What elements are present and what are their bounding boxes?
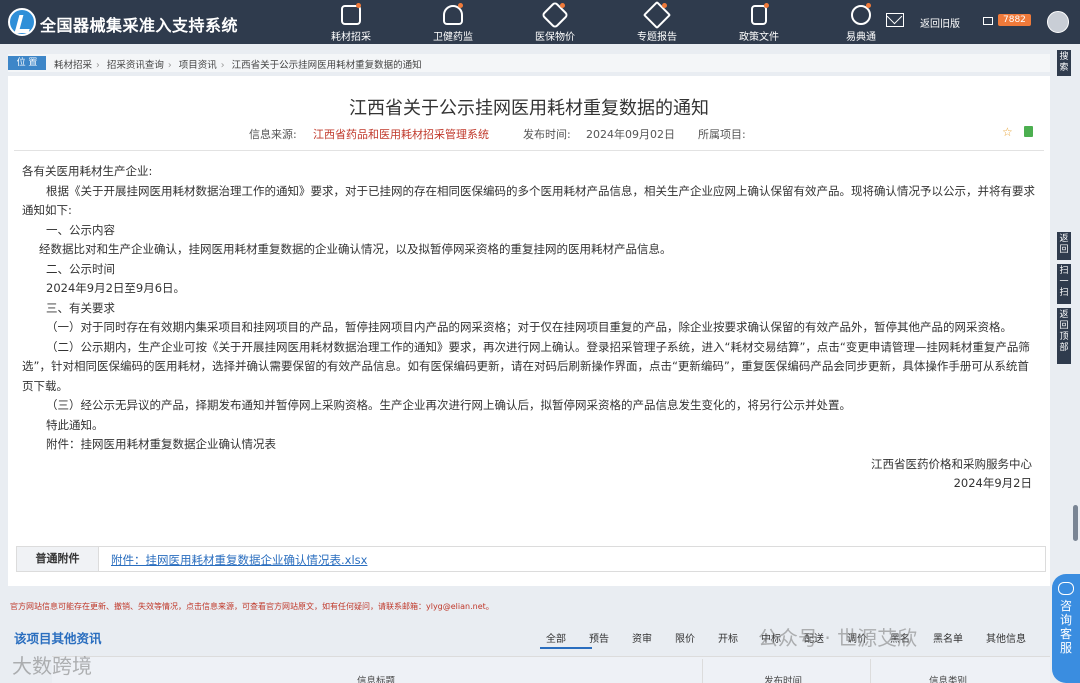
paragraph: 根据《关于开展挂网医用耗材数据治理工作的通知》要求，对于已挂网的存在相同医保编码… <box>22 183 1035 218</box>
breadcrumb-separator: › <box>167 60 172 71</box>
search-side-button[interactable]: 搜索 <box>1057 50 1071 76</box>
paragraph: 三、有关要求 <box>46 300 115 315</box>
tag-icon <box>341 5 361 25</box>
back-side-button[interactable]: 返回 <box>1057 232 1071 260</box>
breadcrumb: 位 置 耗材招采 › 招采资讯查询 › 项目资讯 › 江西省关于公示挂网医用耗材重复数… <box>8 54 1050 72</box>
related-news-table-header: 信息标题 发布时间 信息类别 <box>52 656 1050 683</box>
mail-icon[interactable] <box>886 13 904 27</box>
notification-dot <box>560 3 565 8</box>
nav-item-tender[interactable]: 耗材招采 <box>300 0 402 44</box>
breadcrumb-separator: › <box>96 60 100 71</box>
paragraph: 附件：挂网医用耗材重复数据企业确认情况表 <box>46 437 276 451</box>
active-tab-indicator <box>540 647 592 649</box>
paragraph: 一、公示内容 <box>46 222 115 237</box>
signature: 江西省医药价格和采购服务中心 <box>871 456 1032 471</box>
related-news-title: 该项目其他资讯 <box>14 631 102 646</box>
nav-item-reports[interactable]: 专题报告 <box>606 0 708 44</box>
breadcrumb-separator: › <box>220 60 225 71</box>
notification-dot <box>458 3 463 8</box>
cloud-icon <box>443 5 463 25</box>
breadcrumb-current: 江西省关于公示挂网医用耗材重复数据的通知 <box>231 60 422 71</box>
publish-date: 2024年09月02日 <box>586 128 675 141</box>
column-category: 信息类别 <box>929 676 968 683</box>
tab-blacklist[interactable]: 黑名单 <box>933 630 963 646</box>
paragraph: （二）公示期内，生产企业可按《关于开展挂网医用耗材数据治理工作的通知》要求，再次… <box>22 339 1030 393</box>
attachment-row: 普通附件 附件：挂网医用耗材重复数据企业确认情况表.xlsx <box>16 546 1046 572</box>
nav-label: 专题报告 <box>637 32 677 43</box>
tab-all[interactable]: 全部 <box>546 630 566 646</box>
scan-side-button[interactable]: 扫一扫 <box>1057 264 1071 304</box>
breadcrumb-items: 耗材招采 › 招采资讯查询 › 项目资讯 › 江西省关于公示挂网医用耗材重复数据的通知 <box>54 57 422 71</box>
logo-icon[interactable] <box>8 8 36 36</box>
message-count-badge[interactable]: 7882 <box>998 14 1031 26</box>
divider <box>14 150 1044 151</box>
article-panel: 江西省关于公示挂网医用耗材重复数据的通知 信息来源: 江西省药品和医用耗材招采管… <box>8 76 1050 586</box>
attachment-label: 普通附件 <box>17 547 99 571</box>
project-label: 所属项目: <box>698 128 746 141</box>
source-label: 信息来源: <box>249 128 297 141</box>
nav-label: 医保物价 <box>535 32 575 43</box>
nav-label: 政策文件 <box>739 32 779 43</box>
breadcrumb-item[interactable]: 项目资讯 <box>179 60 217 71</box>
paragraph: 2024年9月2日至9月6日。 <box>46 281 186 295</box>
tab-other[interactable]: 其他信息 <box>986 630 1026 646</box>
tab-preview[interactable]: 预告 <box>589 630 609 646</box>
avatar[interactable] <box>1047 11 1069 33</box>
scrollbar-thumb[interactable] <box>1073 505 1078 541</box>
document-icon <box>751 5 767 25</box>
notification-dot <box>356 3 361 8</box>
paragraph: （三）经公示无异议的产品，择期发布通知并暂停网上采购资格。生产企业再次进行网上确… <box>46 398 851 412</box>
paragraph: 经数据比对和生产企业确认，挂网医用耗材重复数据的企业确认情况，以及拟暂停网采资格… <box>39 242 672 256</box>
nav-label: 卫健药监 <box>433 32 473 43</box>
article-title: 江西省关于公示挂网医用耗材重复数据的通知 <box>349 98 709 119</box>
nav-item-health[interactable]: 卫健药监 <box>402 0 504 44</box>
paragraph: 各有关医用耗材生产企业: <box>22 164 153 178</box>
target-icon <box>851 5 871 25</box>
source-notice: 官方网站信息可能存在更新、撤销、失效等情况，点击信息来源，可查看官方网站原文，如… <box>10 602 494 611</box>
watermark-left: 大数跨境 <box>12 654 92 678</box>
main-nav: 耗材招采 卫健药监 医保物价 专题报告 政策文件 易典通 <box>300 0 912 44</box>
customer-service-label: 咨询客服 <box>1059 599 1072 655</box>
star-icon[interactable]: ☆ <box>1002 125 1013 139</box>
chat-icon <box>1058 582 1074 595</box>
nav-label: 易典通 <box>846 32 876 43</box>
notification-dot <box>866 3 871 8</box>
breadcrumb-item[interactable]: 招采资讯查询 <box>107 60 164 71</box>
nav-label: 耗材招采 <box>331 32 371 43</box>
sign-date: 2024年9月2日 <box>953 476 1032 490</box>
breadcrumb-item[interactable]: 耗材招采 <box>54 60 92 71</box>
column-divider <box>702 659 703 683</box>
top-navigation-bar: 全国器械集采准入支持系统 耗材招采 卫健药监 医保物价 专题报告 政策文件 易典… <box>0 0 1080 44</box>
copy-icon[interactable] <box>1024 126 1033 137</box>
watermark-right: 公众号 · 世源艾欣 <box>758 626 918 650</box>
notification-dot <box>662 3 667 8</box>
date-label: 发布时间: <box>523 128 571 141</box>
nav-item-policy[interactable]: 政策文件 <box>708 0 810 44</box>
column-title: 信息标题 <box>357 676 396 683</box>
old-version-link[interactable]: 返回旧版 <box>920 15 960 30</box>
customer-service-button[interactable]: 咨询客服 <box>1052 574 1080 683</box>
back-to-top-button[interactable]: 返回顶部 <box>1057 308 1071 364</box>
paragraph: 二、公示时间 <box>46 261 115 276</box>
article-body: 各有关医用耗材生产企业: 根据《关于开展挂网医用耗材数据治理工作的通知》要求，对… <box>22 162 1040 494</box>
nav-item-insurance[interactable]: 医保物价 <box>504 0 606 44</box>
brand-title[interactable]: 全国器械集采准入支持系统 <box>40 12 238 36</box>
tab-qualification[interactable]: 资审 <box>632 630 652 646</box>
paragraph: 特此通知。 <box>46 417 104 432</box>
column-divider <box>870 659 871 683</box>
tab-bid-opening[interactable]: 开标 <box>718 630 738 646</box>
tab-price-limit[interactable]: 限价 <box>675 630 695 646</box>
source-link[interactable]: 江西省药品和医用耗材招采管理系统 <box>313 126 489 142</box>
attachment-link[interactable]: 附件：挂网医用耗材重复数据企业确认情况表.xlsx <box>111 552 367 568</box>
location-badge: 位 置 <box>8 56 46 70</box>
message-icon[interactable] <box>983 17 993 25</box>
paragraph: （一）对于同时存在有效期内集采项目和挂网项目的产品，暂停挂网项目内产品的网采资格… <box>46 320 1012 334</box>
notification-dot <box>764 3 769 8</box>
column-date: 发布时间 <box>764 676 803 683</box>
